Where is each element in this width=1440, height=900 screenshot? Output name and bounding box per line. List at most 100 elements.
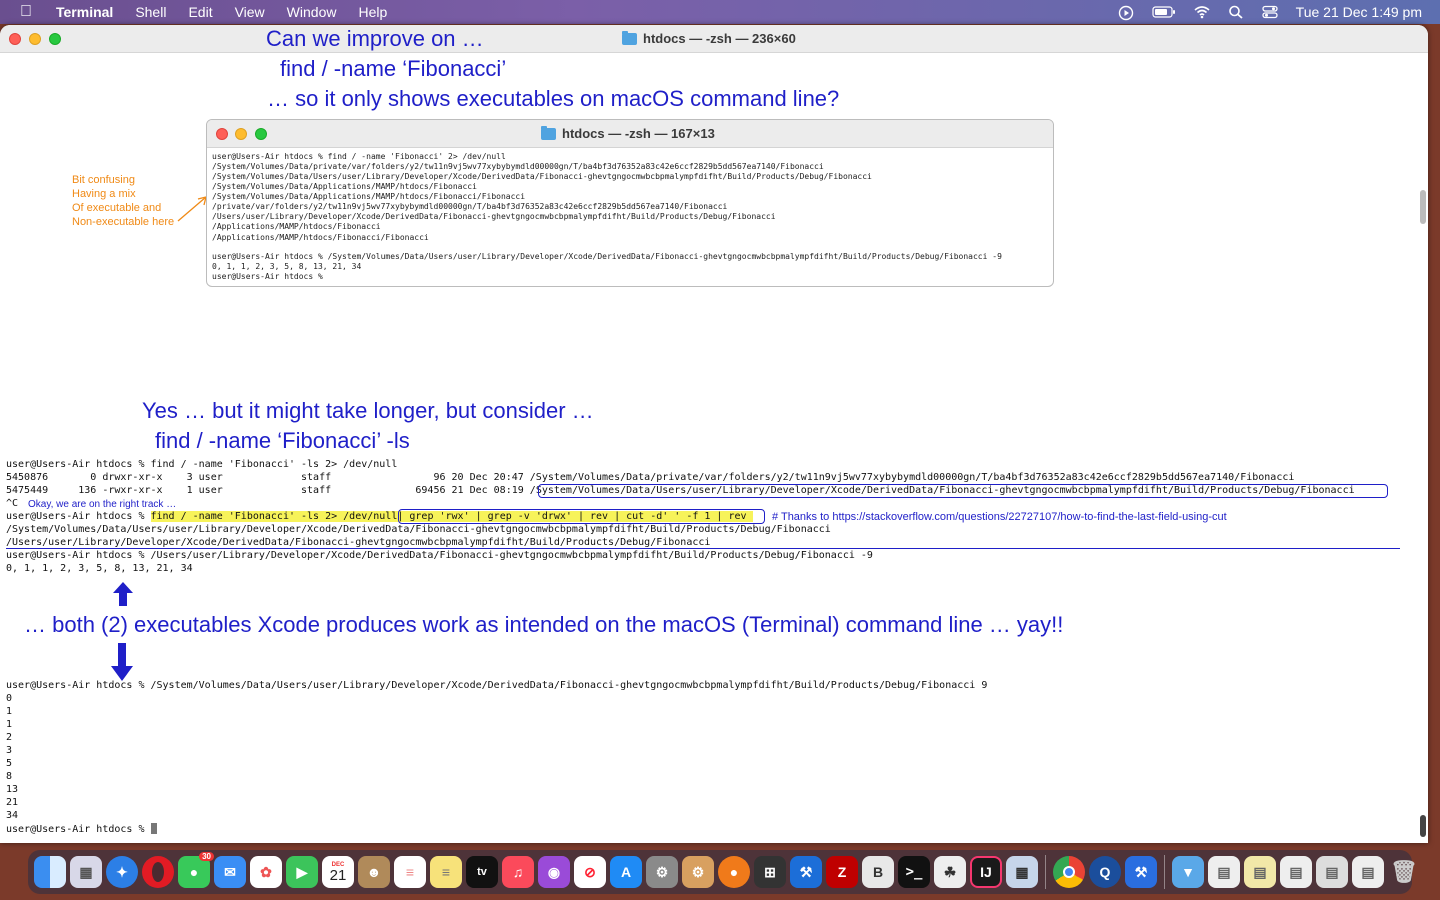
embedded-line: /System/Volumes/Data/Users/user/Library/… — [212, 172, 872, 181]
command-highlight: find / -name 'Fibonacci' -ls 2> /dev/nul… — [150, 511, 398, 522]
embedded-line: user@Users-Air htdocs % — [212, 272, 328, 281]
podcasts-icon[interactable]: ◉ — [538, 856, 570, 888]
output-line: 13 — [6, 784, 19, 795]
zoom-button[interactable] — [49, 33, 61, 45]
launchpad-icon[interactable]: ▦ — [70, 856, 102, 888]
opera-icon[interactable] — [142, 856, 174, 888]
scrollbar-thumb[interactable] — [1420, 815, 1426, 837]
scrollbar-marker[interactable] — [1420, 190, 1426, 224]
annotation-heading-1: Can we improve on … — [266, 26, 484, 51]
quicktime-icon[interactable]: Q — [1089, 856, 1121, 888]
sequel-pro-icon[interactable]: ☘ — [934, 856, 966, 888]
blue-down-arrow-icon — [111, 643, 133, 681]
calculator-icon[interactable]: ⊞ — [754, 856, 786, 888]
bbedit-icon[interactable]: B — [862, 856, 894, 888]
intellij-icon[interactable]: IJ — [970, 856, 1002, 888]
embedded-line: user@Users-Air htdocs % find / -name 'Fi… — [212, 152, 506, 161]
dock-separator — [1045, 855, 1046, 889]
firefox-icon[interactable]: ● — [718, 856, 750, 888]
calendar-icon[interactable]: DEC 21 — [322, 856, 354, 888]
embedded-line: /Applications/MAMP/htdocs/Fibonacci — [212, 222, 381, 231]
terminal-line: 5450876 0 drwxr-xr-x 3 user staff 96 20 … — [6, 472, 1295, 483]
orange-note-line: Of executable and — [72, 202, 162, 214]
menu-view[interactable]: View — [235, 4, 265, 20]
downloads-folder-icon[interactable]: ▼ — [1172, 856, 1204, 888]
contacts-icon[interactable]: ☻ — [358, 856, 390, 888]
dock: ▦ ✦ ● 30 ✉ ✿ ▶ DEC 21 ☻ ≡ ≡ tv ♫ ◉ ⊘ A ⚙ ⚙… — [28, 850, 1418, 894]
menu-help[interactable]: Help — [358, 4, 387, 20]
notes-icon[interactable]: ≡ — [430, 856, 462, 888]
system-preferences-icon[interactable]: ⚙ — [646, 856, 678, 888]
mail-icon[interactable]: ✉ — [214, 856, 246, 888]
clock[interactable]: Tue 21 Dec 1:49 pm — [1296, 4, 1422, 20]
battery-icon[interactable] — [1152, 5, 1176, 19]
annotation-okay-note: Okay, we are on the right track … — [28, 499, 177, 510]
folder-icon — [622, 30, 637, 45]
play-icon[interactable] — [1118, 5, 1134, 21]
text-cursor — [150, 823, 157, 834]
embedded-terminal-screenshot: htdocs — -zsh — 167×13 user@Users-Air ht… — [206, 119, 1054, 287]
spotlight-search-icon[interactable] — [1228, 5, 1244, 19]
menu-edit[interactable]: Edit — [188, 4, 212, 20]
terminal-line: user@Users-Air htdocs % /Users/user/Libr… — [6, 550, 873, 561]
menu-window[interactable]: Window — [287, 4, 337, 20]
recent-document-icon[interactable]: ▤ — [1316, 856, 1348, 888]
app-store-icon[interactable]: A — [610, 856, 642, 888]
recent-document-icon[interactable]: ▤ — [1208, 856, 1240, 888]
output-line: 2 — [6, 732, 13, 743]
annotation-both: … both (2) executables Xcode produces wo… — [24, 612, 1064, 637]
facetime-icon[interactable]: ▶ — [286, 856, 318, 888]
recent-document-icon[interactable]: ▤ — [1352, 856, 1384, 888]
trash-icon[interactable]: 🗑 — [1388, 856, 1420, 888]
minimize-button[interactable] — [29, 33, 41, 45]
highlight-outline-box — [538, 484, 1388, 498]
photos-icon[interactable]: ✿ — [250, 856, 282, 888]
orange-arrow-icon — [177, 196, 207, 222]
title-bar[interactable]: htdocs — -zsh — 236×60 — [0, 25, 1428, 53]
recent-document-icon[interactable]: ▤ — [1244, 856, 1276, 888]
close-button[interactable] — [9, 33, 21, 45]
filezilla-icon[interactable]: Z — [826, 856, 858, 888]
terminal-line: ^C — [6, 498, 19, 509]
safari-icon[interactable]: ✦ — [106, 856, 138, 888]
control-center-icon[interactable] — [1262, 5, 1278, 19]
embedded-window-title-text: htdocs — -zsh — 167×13 — [562, 126, 715, 141]
recent-document-icon[interactable]: ▤ — [1280, 856, 1312, 888]
wifi-icon[interactable] — [1194, 5, 1210, 19]
news-icon[interactable]: ⊘ — [574, 856, 606, 888]
embedded-line: /private/var/folders/y2/tw11n9vj5wv77xyb… — [212, 202, 728, 211]
finder-icon[interactable] — [34, 856, 66, 888]
embedded-line: /Applications/MAMP/htdocs/Fibonacci/Fibo… — [212, 233, 429, 242]
terminal-prompt[interactable]: user@Users-Air htdocs % — [6, 823, 157, 835]
apple-menu-icon[interactable]:  — [20, 3, 40, 21]
embedded-line: /System/Volumes/Data/Applications/MAMP/h… — [212, 192, 526, 201]
terminal-icon[interactable]: >_ — [898, 856, 930, 888]
reminders-icon[interactable]: ≡ — [394, 856, 426, 888]
output-line: 0 — [6, 693, 13, 704]
menu-shell[interactable]: Shell — [135, 4, 166, 20]
terminal-line: user@Users-Air htdocs % /System/Volumes/… — [6, 680, 988, 691]
terminal-window: htdocs — -zsh — 236×60 Can we improve on… — [0, 25, 1428, 843]
output-line: 3 — [6, 745, 13, 756]
apple-tv-icon[interactable]: tv — [466, 856, 498, 888]
output-line: 1 — [6, 706, 13, 717]
annotation-orange-note: Bit confusing Having a mix Of executable… — [72, 173, 174, 229]
color-wheel-icon[interactable]: ⚙ — [682, 856, 714, 888]
tv-label: tv — [477, 866, 487, 878]
xcode-instruments-icon[interactable]: ⚒ — [1125, 856, 1157, 888]
dock-separator — [1164, 855, 1165, 889]
terminal-line: /Users/user/Library/Developer/Xcode/Deri… — [6, 537, 711, 548]
menu-app-name[interactable]: Terminal — [56, 4, 113, 20]
xcode-icon[interactable]: ⚒ — [790, 856, 822, 888]
annotation-heading-2: find / -name ‘Fibonacci’ — [280, 56, 507, 81]
embedded-window-title: htdocs — -zsh — 167×13 — [541, 125, 715, 141]
embedded-title-bar: htdocs — -zsh — 167×13 — [207, 120, 1053, 148]
messages-icon[interactable]: ● 30 — [178, 852, 214, 888]
music-icon[interactable]: ♫ — [502, 856, 534, 888]
preview-icon[interactable]: ▦ — [1006, 856, 1038, 888]
output-line: 5 — [6, 758, 13, 769]
output-line: 1 — [6, 719, 13, 730]
orange-note-line: Bit confusing — [72, 174, 135, 186]
embedded-zoom-icon — [255, 128, 267, 140]
chrome-icon[interactable] — [1053, 856, 1085, 888]
